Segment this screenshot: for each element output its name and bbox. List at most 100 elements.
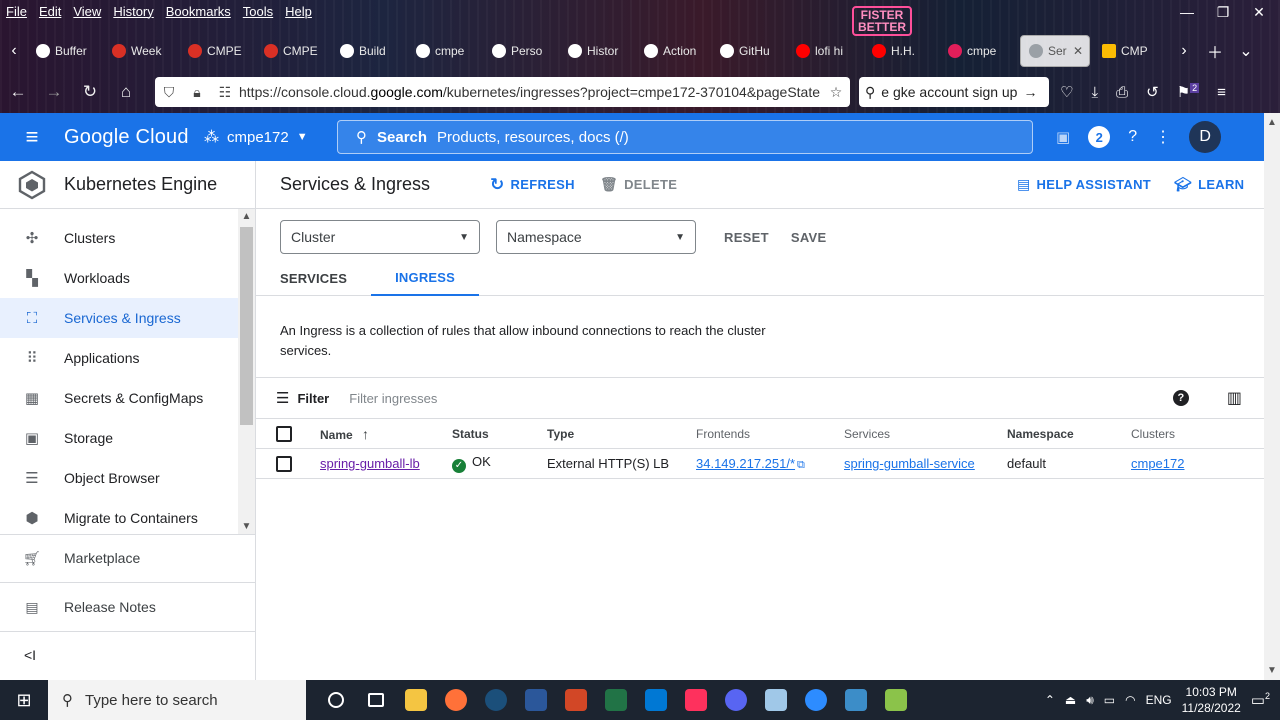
help-circle-icon[interactable]: ? xyxy=(1172,390,1189,406)
menu-bookmarks[interactable]: Bookmarks xyxy=(166,4,231,19)
taskbar-search[interactable]: ⚲ Type here to search xyxy=(48,680,306,720)
cluster-select[interactable]: Cluster ▼ xyxy=(280,220,480,254)
minimize-icon[interactable]: — xyxy=(1180,4,1194,21)
collapse-sidebar-icon[interactable]: <I xyxy=(24,647,36,663)
sidebar-item-workloads[interactable]: ▚ Workloads xyxy=(0,258,238,298)
sidebar-item-services-ingress[interactable]: ⛶ Services & Ingress xyxy=(0,298,238,338)
url-text[interactable]: https://console.cloud.google.com/kuberne… xyxy=(239,84,822,100)
steam-icon[interactable] xyxy=(476,680,516,720)
google-cloud-logo[interactable]: Google Cloud xyxy=(64,126,204,149)
language-indicator[interactable]: ENG xyxy=(1146,693,1172,707)
action-center-icon[interactable]: ▭2 xyxy=(1251,691,1270,709)
sidebar-item-secrets-configmaps[interactable]: ▦ Secrets & ConfigMaps xyxy=(0,378,238,418)
browser-tab[interactable]: Perso xyxy=(484,35,560,67)
namespace-select[interactable]: Namespace ▼ xyxy=(496,220,696,254)
close-window-icon[interactable]: ✕ xyxy=(1252,4,1266,21)
menu-file[interactable]: File xyxy=(6,4,27,19)
paint-icon[interactable] xyxy=(756,680,796,720)
help-assistant-button[interactable]: ▤ HELP ASSISTANT xyxy=(1017,176,1151,193)
frontend-cell[interactable]: 34.149.217.251/* ⧉ xyxy=(696,456,805,472)
hamburger-menu-icon[interactable]: ≡ xyxy=(0,124,64,150)
browser-tab[interactable]: cmpe xyxy=(408,35,484,67)
menu-tools[interactable]: Tools xyxy=(243,4,273,19)
new-tab-icon[interactable]: ＋ xyxy=(1198,39,1232,63)
search-go-icon[interactable]: → xyxy=(1023,84,1037,100)
tab-services[interactable]: SERVICES xyxy=(256,260,371,296)
tab-scroll-left-icon[interactable]: ‹ xyxy=(0,42,28,60)
word-icon[interactable] xyxy=(516,680,556,720)
extension-icon[interactable]: ⚑ 2 xyxy=(1177,83,1200,101)
tray-expand-icon[interactable]: ⌃ xyxy=(1045,693,1055,707)
cluster-link[interactable]: cmpe172 xyxy=(1131,456,1184,471)
address-bar[interactable]: ⛉ 🔒︎ ☷ https://console.cloud.google.com/… xyxy=(155,77,850,107)
avatar[interactable]: D xyxy=(1189,121,1222,153)
browser-tab[interactable]: Histor xyxy=(560,35,636,67)
scroll-down-icon[interactable]: ▼ xyxy=(1264,665,1280,676)
browser-search-box[interactable]: ⚲ e gke account sign up → xyxy=(859,77,1049,107)
console-search[interactable]: ⚲ Search Products, resources, docs (/) xyxy=(337,120,1033,154)
wifi-icon[interactable]: ◠ xyxy=(1125,693,1135,707)
browser-tab[interactable]: CMPE xyxy=(180,35,256,67)
sidebar-scroll-thumb[interactable] xyxy=(240,227,253,425)
scroll-up-icon[interactable]: ▲ xyxy=(1264,117,1280,128)
vscode-icon[interactable] xyxy=(636,680,676,720)
frontend-link[interactable]: 34.149.217.251/* xyxy=(696,456,795,471)
notepad-icon[interactable] xyxy=(876,680,916,720)
forward-icon[interactable]: → xyxy=(36,82,72,102)
project-picker[interactable]: ⁂ cmpe172 ▼ xyxy=(204,128,340,147)
windows-start-icon[interactable]: ⊞ xyxy=(0,690,48,711)
sidebar-item-migrate-to-containers[interactable]: ⬢ Migrate to Containers xyxy=(0,498,238,538)
browser-tab[interactable]: Action xyxy=(636,35,712,67)
browser-tab[interactable]: Week xyxy=(104,35,180,67)
bookmark-star-icon[interactable]: ☆ xyxy=(822,84,850,101)
browser-tab[interactable]: GitHu xyxy=(712,35,788,67)
column-display-icon[interactable]: ▥ xyxy=(1227,388,1242,408)
browser-tab[interactable]: Buffer xyxy=(28,35,104,67)
battery-icon[interactable]: ▭ xyxy=(1104,693,1115,707)
task-view-icon[interactable] xyxy=(356,680,396,720)
firefox-icon[interactable] xyxy=(436,680,476,720)
pocket-icon[interactable]: ♡ xyxy=(1060,83,1073,101)
volume-icon[interactable]: 🔊︎ xyxy=(1086,693,1094,708)
row-checkbox[interactable] xyxy=(276,455,292,472)
learn-button[interactable]: 🎓︎ LEARN xyxy=(1174,176,1244,193)
ingress-name-link[interactable]: spring-gumball-lb xyxy=(320,456,420,471)
file-explorer-icon[interactable] xyxy=(396,680,436,720)
tab-ingress[interactable]: INGRESS xyxy=(371,260,480,296)
home-icon[interactable]: ⌂ xyxy=(108,82,144,102)
notifications-badge[interactable]: 2 xyxy=(1088,126,1111,148)
save-button[interactable]: SAVE xyxy=(791,230,827,245)
permissions-icon[interactable]: ☷ xyxy=(211,84,239,101)
powerpoint-icon[interactable] xyxy=(556,680,596,720)
tab-active[interactable]: Ser ✕ xyxy=(1020,35,1090,67)
sidebar-item-object-browser[interactable]: ☰ Object Browser xyxy=(0,458,238,498)
intellij-icon[interactable] xyxy=(676,680,716,720)
delete-button[interactable]: 🗑︎ DELETE xyxy=(600,176,677,193)
back-icon[interactable]: ← xyxy=(0,82,36,102)
filter-button[interactable]: ☰ Filter xyxy=(276,389,329,407)
photos-icon[interactable] xyxy=(836,680,876,720)
tab-list-dropdown-icon[interactable]: ⌄ xyxy=(1232,41,1260,61)
scroll-up-icon[interactable]: ▲ xyxy=(238,211,255,222)
print-icon[interactable]: ⎙ xyxy=(1116,84,1128,101)
browser-tab[interactable]: lofi hi xyxy=(788,35,864,67)
more-vert-icon[interactable]: ⋮ xyxy=(1155,127,1171,147)
cortana-icon[interactable] xyxy=(316,680,356,720)
sidebar-item-applications[interactable]: ⠿ Applications xyxy=(0,338,238,378)
lock-icon[interactable]: 🔒︎ xyxy=(183,84,211,101)
menu-view[interactable]: View xyxy=(73,4,101,19)
help-icon[interactable]: ? xyxy=(1128,128,1137,146)
sidebar-item-marketplace[interactable]: 🛒︎ Marketplace xyxy=(0,538,255,578)
sidebar-item-release-notes[interactable]: ▤ Release Notes xyxy=(0,587,255,627)
browser-tab[interactable]: H.H. xyxy=(864,35,940,67)
sidebar-scrollbar[interactable]: ▲ ▼ xyxy=(238,209,255,534)
tab-close-icon[interactable]: ✕ xyxy=(1073,44,1083,58)
shield-icon[interactable]: ⛉ xyxy=(155,84,183,101)
filter-input[interactable]: Filter ingresses xyxy=(349,391,437,406)
reset-button[interactable]: RESET xyxy=(724,230,769,245)
restore-icon[interactable]: ❐ xyxy=(1216,4,1230,21)
cloud-shell-icon[interactable]: ▣ xyxy=(1056,128,1070,146)
menu-help[interactable]: Help xyxy=(285,4,312,19)
column-header-name[interactable]: Name ↑ xyxy=(320,426,369,442)
reload-icon[interactable]: ↻ xyxy=(72,82,108,102)
